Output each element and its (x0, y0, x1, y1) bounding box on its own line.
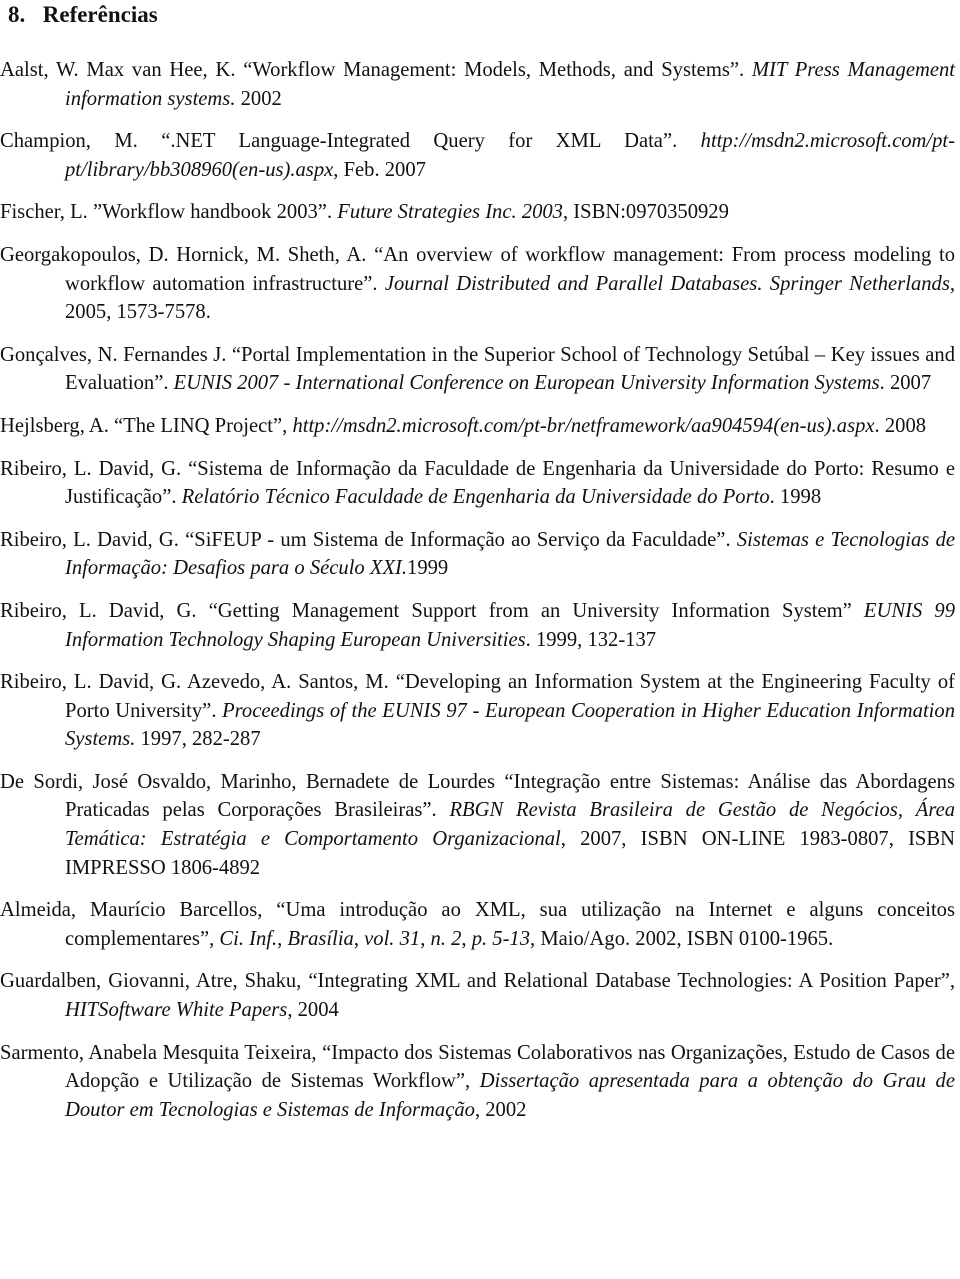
reference-source-italic: Future Strategies Inc. 2003 (337, 201, 563, 224)
reference-text: . 1998 (769, 486, 822, 509)
reference-source-italic: Ci. Inf. (219, 927, 278, 950)
reference-text: . 2008 (874, 414, 927, 437)
reference-text: Champion, M. “.NET Language-Integrated Q… (0, 130, 701, 153)
section-heading: 8. Referências (8, 0, 158, 30)
reference-entry: Ribeiro, L. David, G. Azevedo, A. Santos… (0, 668, 955, 754)
reference-text: Ribeiro, L. David, G. “Getting Managemen… (0, 599, 864, 622)
reference-entry: Champion, M. “.NET Language-Integrated Q… (0, 127, 955, 184)
reference-entry: Sarmento, Anabela Mesquita Teixeira, “Im… (0, 1039, 955, 1125)
reference-list: Aalst, W. Max van Hee, K. “Workflow Mana… (0, 56, 955, 1138)
reference-source-italic: HITSoftware White Papers (65, 999, 288, 1022)
reference-entry: Gonçalves, N. Fernandes J. “Portal Imple… (0, 341, 955, 398)
reference-text: , 2002 (474, 1098, 527, 1121)
reference-source-italic: EUNIS 2007 - International Conference on… (173, 372, 880, 395)
reference-text: , Feb. 2007 (333, 158, 426, 181)
reference-entry: Almeida, Maurício Barcellos, “Uma introd… (0, 896, 955, 953)
reference-text: Guardalben, Giovanni, Atre, Shaku, “Inte… (0, 970, 955, 993)
reference-entry: Aalst, W. Max van Hee, K. “Workflow Mana… (0, 56, 955, 113)
reference-text: , (420, 927, 431, 950)
reference-source-italic: vol. 31 (364, 927, 421, 950)
reference-entry: Ribeiro, L. David, G. “SiFEUP - um Siste… (0, 526, 955, 583)
reference-entry: Ribeiro, L. David, G. “Sistema de Inform… (0, 455, 955, 512)
reference-source-italic: n. 2 (430, 927, 462, 950)
reference-source-italic: Journal Distributed and Parallel Databas… (384, 272, 950, 295)
reference-text: , ISBN:0970350929 (562, 201, 729, 224)
reference-text: Hejlsberg, A. “The LINQ Project”, (0, 414, 293, 437)
reference-text: , (353, 927, 365, 950)
reference-text: Fischer, L. ”Workflow handbook 2003”. (0, 201, 338, 224)
section-title: Referências (42, 2, 158, 27)
reference-text: 2002 (235, 87, 282, 110)
reference-entry: Georgakopoulos, D. Hornick, M. Sheth, A.… (0, 241, 955, 327)
section-number: 8. (8, 2, 26, 27)
reference-text: 1999 (407, 557, 449, 580)
reference-text: , Maio/Ago. 2002, ISBN 0100-1965. (530, 927, 834, 950)
reference-source-italic: p. 5-13 (471, 927, 531, 950)
reference-entry: Guardalben, Giovanni, Atre, Shaku, “Inte… (0, 967, 955, 1024)
reference-entry: Fischer, L. ”Workflow handbook 2003”. Fu… (0, 198, 955, 227)
reference-source-italic: http://msdn2.microsoft.com/pt-br/netfram… (292, 414, 875, 437)
reference-entry: Ribeiro, L. David, G. “Getting Managemen… (0, 597, 955, 654)
reference-source-italic: Relatório Técnico Faculdade de Engenhari… (181, 486, 770, 509)
reference-entry: Hejlsberg, A. “The LINQ Project”, http:/… (0, 412, 955, 441)
reference-entry: De Sordi, José Osvaldo, Marinho, Bernade… (0, 768, 955, 882)
reference-source-italic: Brasília (287, 927, 354, 950)
reference-text: , 2004 (287, 999, 339, 1022)
reference-text: , (461, 927, 472, 950)
reference-text: . 2007 (879, 372, 932, 395)
reference-text: 1997, 282-287 (135, 728, 261, 751)
reference-text: , (277, 927, 288, 950)
reference-text: . 1999, 132-137 (525, 628, 657, 651)
reference-text: Aalst, W. Max van Hee, K. “Workflow Mana… (0, 59, 752, 81)
reference-text: Ribeiro, L. David, G. “SiFEUP - um Siste… (0, 528, 737, 551)
